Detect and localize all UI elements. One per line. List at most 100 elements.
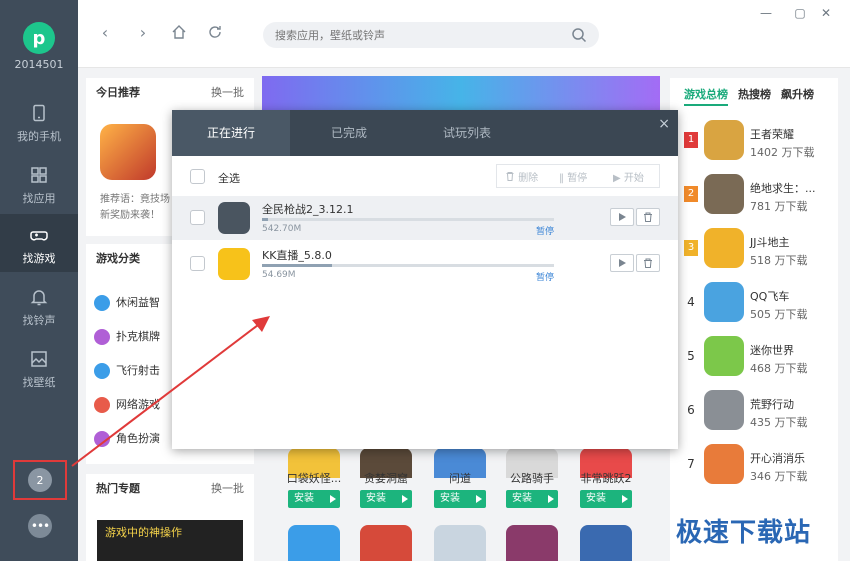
rank-item[interactable]: 2 绝地求生：... 781 万下载: [684, 172, 834, 218]
pause-icon: ‖: [559, 173, 564, 184]
pause-button[interactable]: ‖ 暂停: [559, 169, 587, 184]
play-icon: [402, 495, 408, 503]
rank-game-name: 绝地求生：...: [750, 182, 816, 195]
game-icon[interactable]: [434, 525, 486, 561]
delete-item-button[interactable]: [636, 254, 660, 272]
recommended-game-icon[interactable]: [100, 124, 156, 180]
game-icon[interactable]: [506, 525, 558, 561]
delete-button[interactable]: 删除: [505, 169, 538, 184]
progress-bar: [262, 218, 554, 221]
rank-downloads: 435 万下载: [750, 416, 808, 429]
game-icon: [704, 174, 744, 214]
maximize-icon[interactable]: ▢: [792, 6, 808, 20]
tab-game-total[interactable]: 游戏总榜: [684, 88, 728, 106]
rank-game-name: QQ飞车: [750, 290, 790, 303]
download-name: 全民枪战2_3.12.1: [262, 203, 354, 216]
play-icon: [622, 495, 628, 503]
category-item[interactable]: 扑克棋牌: [94, 328, 160, 346]
nav-find-ringtones[interactable]: 找铃声: [0, 276, 78, 334]
today-refresh-link[interactable]: 换一批: [211, 78, 244, 108]
rank-downloads: 1402 万下载: [750, 146, 815, 159]
download-dialog: 正在进行 已完成 试玩列表 × 全选 删除 ‖ 暂停 ▶ 开始 全民枪战2_3.…: [172, 110, 678, 449]
item-checkbox[interactable]: [190, 210, 205, 225]
category-item[interactable]: 休闲益智: [94, 294, 160, 312]
install-button[interactable]: 安装: [360, 490, 412, 508]
close-window-icon[interactable]: ✕: [818, 6, 834, 20]
tab-in-progress[interactable]: 正在进行: [172, 110, 290, 156]
home-icon[interactable]: [170, 24, 188, 42]
rank-game-name: JJ斗地主: [750, 236, 790, 249]
gamepad-icon: [30, 226, 48, 244]
topic-banner[interactable]: 游戏中的神操作: [97, 520, 243, 561]
rank-number: 6: [687, 403, 695, 417]
install-button[interactable]: 安装: [434, 490, 486, 508]
panel-title: 今日推荐 换一批: [86, 78, 254, 108]
game-name: 口袋妖怪...: [286, 472, 342, 485]
rank-downloads: 781 万下载: [750, 200, 808, 213]
nav-find-wallpapers[interactable]: 找壁纸: [0, 338, 78, 396]
rank-game-name: 荒野行动: [750, 398, 794, 411]
item-checkbox[interactable]: [190, 256, 205, 271]
rank-item[interactable]: 7 开心消消乐 346 万下载: [684, 442, 834, 488]
logo-letter: p: [32, 27, 46, 49]
rank-item[interactable]: 4 QQ飞车 505 万下载: [684, 280, 834, 326]
category-item[interactable]: 角色扮演: [94, 430, 160, 448]
download-item[interactable]: 全民枪战2_3.12.1 542.70M 暂停: [172, 196, 678, 240]
download-size: 542.70M: [262, 224, 302, 234]
refresh-icon[interactable]: [206, 24, 224, 42]
back-icon[interactable]: ‹: [96, 24, 114, 42]
cards-icon: [94, 329, 110, 345]
rank-number: 3: [684, 240, 698, 256]
download-size: 54.69M: [262, 270, 296, 280]
category-item[interactable]: 飞行射击: [94, 362, 160, 380]
delete-item-button[interactable]: [636, 208, 660, 226]
game-icon[interactable]: [288, 525, 340, 561]
nav-label: 找应用: [22, 192, 56, 205]
forward-icon[interactable]: ›: [134, 24, 152, 42]
game-icon: [218, 202, 250, 234]
game-name: 贪婪洞窟: [364, 472, 408, 485]
game-icon: [704, 444, 744, 484]
download-status: 暂停: [536, 273, 555, 283]
install-button[interactable]: 安装: [580, 490, 632, 508]
promo-banner[interactable]: [262, 76, 660, 112]
select-all-checkbox[interactable]: [190, 169, 205, 184]
category-item[interactable]: 网络游戏: [94, 396, 160, 414]
rank-item[interactable]: 3 JJ斗地主 518 万下载: [684, 226, 834, 272]
rank-number: 1: [684, 132, 698, 148]
search-icon[interactable]: [571, 27, 587, 43]
bulk-actions: 删除 ‖ 暂停 ▶ 开始: [496, 164, 660, 188]
install-button[interactable]: 安装: [288, 490, 340, 508]
topics-refresh-link[interactable]: 换一批: [211, 474, 244, 504]
tab-trial-list[interactable]: 试玩列表: [408, 110, 526, 156]
start-button[interactable]: ▶ 开始: [613, 169, 644, 184]
nav-my-phone[interactable]: 我的手机: [0, 92, 78, 150]
casual-icon: [94, 295, 110, 311]
rank-item[interactable]: 1 王者荣耀 1402 万下载: [684, 118, 834, 164]
rank-item[interactable]: 5 迷你世界 468 万下载: [684, 334, 834, 380]
nav-find-apps[interactable]: 找应用: [0, 154, 78, 212]
tab-completed[interactable]: 已完成: [290, 110, 408, 156]
game-icon[interactable]: [580, 525, 632, 561]
install-button[interactable]: 安装: [506, 490, 558, 508]
resume-button[interactable]: [610, 208, 634, 226]
game-icon[interactable]: [360, 525, 412, 561]
download-item[interactable]: KK直播_5.8.0 54.69M 暂停: [172, 242, 678, 286]
tab-hot-search[interactable]: 热搜榜: [738, 88, 771, 101]
download-status: 暂停: [536, 227, 555, 237]
more-button[interactable]: •••: [28, 514, 52, 538]
download-count-highlight[interactable]: 2: [13, 460, 67, 500]
trash-icon: [506, 172, 514, 181]
download-count-badge[interactable]: 2: [28, 468, 52, 492]
close-icon[interactable]: ×: [658, 116, 670, 132]
play-icon: [548, 495, 554, 503]
rank-downloads: 505 万下载: [750, 308, 808, 321]
resume-button[interactable]: [610, 254, 634, 272]
rank-item[interactable]: 6 荒野行动 435 万下载: [684, 388, 834, 434]
search-input[interactable]: [275, 26, 565, 44]
minimize-icon[interactable]: —: [758, 6, 774, 20]
tab-rising[interactable]: 飙升榜: [781, 88, 814, 101]
nav-find-games[interactable]: 找游戏: [0, 214, 78, 272]
dialog-header: 正在进行 已完成 试玩列表 ×: [172, 110, 678, 156]
user-id: 2014501: [14, 58, 64, 71]
